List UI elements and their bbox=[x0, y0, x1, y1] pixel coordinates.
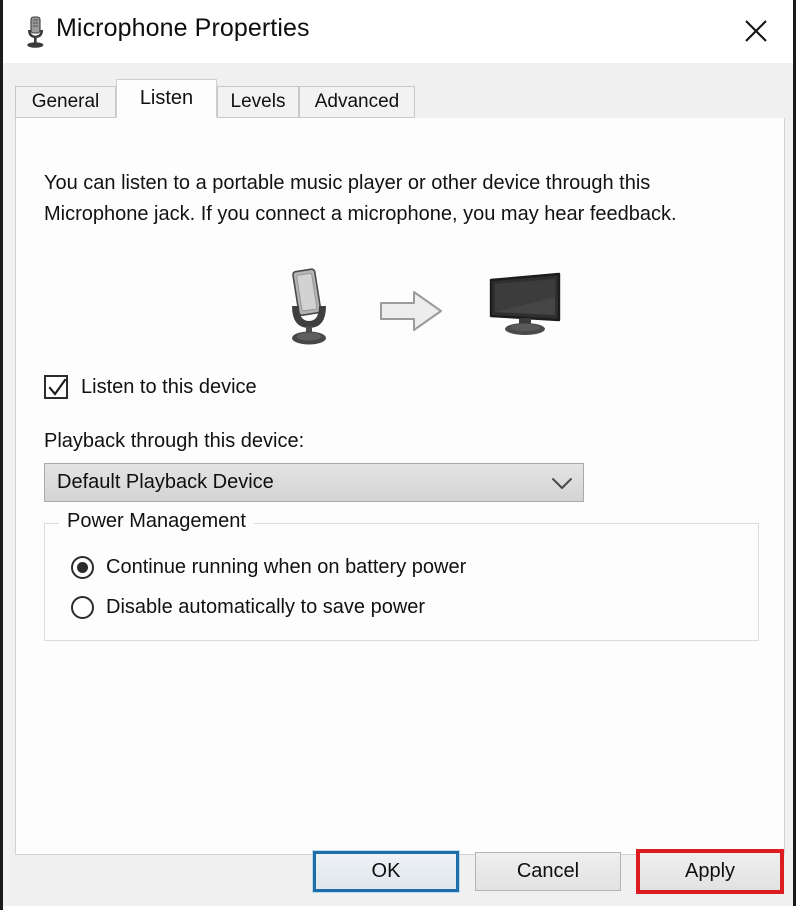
radio-continue-running-label: Continue running when on battery power bbox=[106, 556, 467, 578]
playback-device-select[interactable]: Default Playback Device bbox=[44, 463, 584, 502]
checkmark-icon bbox=[44, 375, 68, 399]
tab-strip: General Listen Levels Advanced bbox=[15, 79, 785, 118]
window-bottom-edge bbox=[3, 906, 796, 910]
tab-levels[interactable]: Levels bbox=[217, 86, 299, 118]
tab-general[interactable]: General bbox=[15, 86, 116, 118]
chevron-down-icon[interactable] bbox=[541, 475, 583, 491]
arrow-right-icon bbox=[378, 288, 444, 339]
microphone-properties-dialog: Microphone Properties General Listen Lev… bbox=[0, 0, 796, 910]
tab-advanced[interactable]: Advanced bbox=[299, 86, 415, 118]
power-management-title: Power Management bbox=[59, 510, 254, 533]
radio-disable-automatically[interactable]: Disable automatically to save power bbox=[71, 596, 425, 619]
microphone-icon bbox=[18, 14, 52, 50]
radio-disable-automatically-label: Disable automatically to save power bbox=[106, 596, 426, 618]
tab-listen[interactable]: Listen bbox=[116, 79, 217, 118]
title-bar: Microphone Properties bbox=[3, 0, 793, 63]
description-text: You can listen to a portable music playe… bbox=[44, 172, 677, 225]
listen-to-device-label: Listen to this device bbox=[81, 375, 257, 398]
listen-tab-panel: You can listen to a portable music playe… bbox=[15, 118, 785, 855]
cancel-button[interactable]: Cancel bbox=[475, 852, 621, 891]
radio-unselected-icon bbox=[71, 596, 94, 619]
signal-flow-illustration bbox=[16, 266, 786, 352]
playback-device-value: Default Playback Device bbox=[57, 471, 274, 493]
ok-button[interactable]: OK bbox=[312, 850, 460, 893]
radio-selected-icon bbox=[71, 556, 94, 579]
radio-continue-running[interactable]: Continue running when on battery power bbox=[71, 556, 466, 579]
page-title: Microphone Properties bbox=[56, 14, 310, 42]
microphone-device-icon bbox=[278, 266, 340, 353]
playback-device-label: Playback through this device: bbox=[44, 430, 305, 452]
close-icon[interactable] bbox=[727, 6, 785, 56]
power-management-group: Power Management Continue running when o… bbox=[44, 510, 759, 641]
monitor-speaker-icon bbox=[486, 272, 564, 349]
apply-button[interactable]: Apply bbox=[636, 849, 784, 894]
listen-to-device-checkbox[interactable]: Listen to this device bbox=[44, 375, 257, 399]
